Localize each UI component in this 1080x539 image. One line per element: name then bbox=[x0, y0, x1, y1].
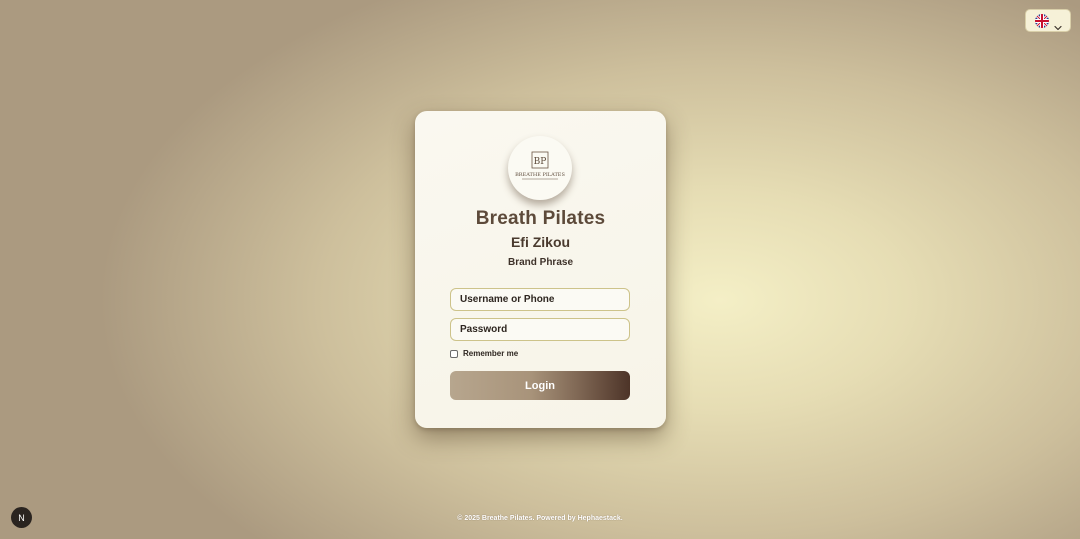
remember-me-label: Remember me bbox=[463, 349, 519, 358]
footer-text: © 2025 Breathe Pilates. Powered by Hepha… bbox=[457, 515, 623, 522]
language-switcher[interactable] bbox=[1025, 9, 1071, 32]
password-input[interactable] bbox=[450, 318, 630, 341]
logo-caption: BREATHE PILATES bbox=[515, 172, 565, 178]
remember-me-checkbox[interactable] bbox=[450, 349, 458, 358]
brand-phrase: Brand Phrase bbox=[507, 257, 574, 268]
brand-logo: BP BREATHE PILATES bbox=[508, 136, 572, 200]
remember-me[interactable]: Remember me bbox=[450, 349, 518, 358]
dev-tools-badge[interactable]: N bbox=[11, 507, 32, 528]
chevron-down-icon bbox=[1053, 18, 1062, 30]
login-card: BP BREATHE PILATES Breath Pilates Efi Zi… bbox=[415, 111, 666, 428]
uk-flag-icon bbox=[1034, 13, 1049, 28]
username-input[interactable] bbox=[450, 288, 630, 311]
owner-name: Efi Zikou bbox=[510, 234, 571, 250]
brand-title: Breath Pilates bbox=[475, 208, 606, 229]
login-button[interactable]: Login bbox=[450, 371, 630, 400]
logo-monogram: BP bbox=[534, 157, 547, 167]
